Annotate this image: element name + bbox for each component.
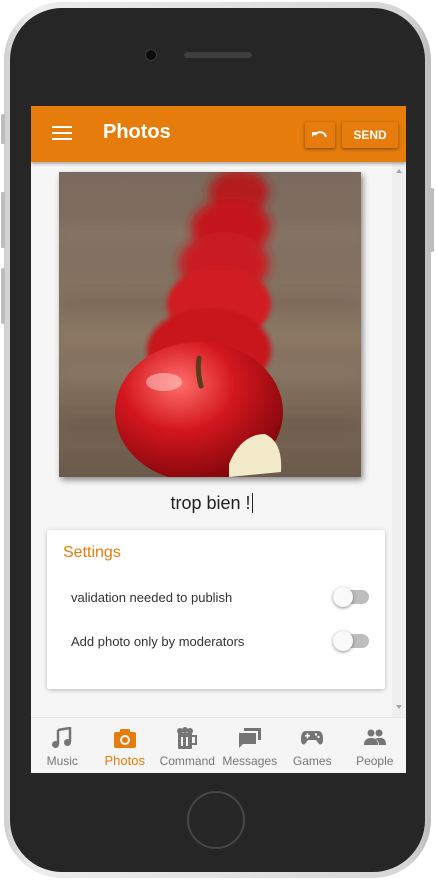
text-cursor — [251, 493, 253, 513]
tab-photos[interactable]: Photos — [94, 718, 157, 773]
toggle-validation[interactable] — [333, 586, 369, 607]
send-button[interactable]: SEND — [342, 122, 398, 148]
tab-label: Messages — [222, 754, 278, 768]
volume-down-button — [1, 268, 5, 324]
tab-games[interactable]: Games — [281, 718, 344, 773]
tab-music[interactable]: Music — [31, 718, 94, 773]
tab-label: Photos — [104, 753, 145, 768]
photo-caption-text: trop bien ! — [170, 493, 251, 513]
tab-messages[interactable]: Messages — [219, 718, 282, 773]
page-title: Photos — [103, 121, 171, 143]
beer-mug-icon — [177, 727, 198, 749]
music-note-icon — [52, 727, 72, 748]
tab-label: Command — [159, 754, 215, 768]
setting-label-validation: validation needed to publish — [71, 590, 233, 605]
undo-button[interactable] — [305, 122, 335, 148]
power-button — [430, 188, 434, 252]
app-bar: Photos SEND — [31, 106, 406, 162]
toggle-moderators[interactable] — [333, 630, 369, 651]
apple-photo[interactable] — [59, 172, 361, 477]
home-button[interactable] — [187, 791, 245, 849]
tab-command[interactable]: Command — [156, 718, 219, 773]
vertical-scrollbar[interactable] — [392, 162, 406, 717]
settings-card: Settings validation needed to publish Ad… — [47, 530, 385, 689]
photo-caption-input[interactable]: trop bien ! — [31, 493, 392, 514]
front-camera — [145, 49, 157, 61]
tab-people[interactable]: People — [344, 718, 407, 773]
people-icon — [363, 729, 386, 745]
camera-icon — [113, 729, 136, 748]
hamburger-menu-icon[interactable] — [52, 126, 72, 142]
app-screen: Photos SEND trop bien ! Settings validat… — [31, 106, 406, 773]
tab-label: Games — [292, 754, 332, 768]
scroll-down-arrow-icon[interactable] — [396, 705, 402, 709]
undo-icon — [312, 131, 327, 138]
tab-label: People — [356, 754, 394, 768]
tab-label: Music — [46, 754, 78, 768]
main-content: trop bien ! Settings validation needed t… — [31, 162, 406, 717]
toggle-knob — [333, 631, 353, 651]
gamepad-icon — [301, 731, 324, 745]
mute-switch — [1, 114, 5, 144]
volume-up-button — [1, 192, 5, 248]
bottom-navigation: Music Photos Command Messages Games Peop… — [31, 717, 406, 773]
settings-title: Settings — [63, 544, 121, 561]
toggle-knob — [333, 587, 353, 607]
scroll-up-arrow-icon[interactable] — [396, 169, 402, 173]
messages-icon — [238, 728, 261, 748]
earpiece-speaker — [184, 52, 252, 58]
setting-label-moderators: Add photo only by moderators — [71, 634, 245, 649]
